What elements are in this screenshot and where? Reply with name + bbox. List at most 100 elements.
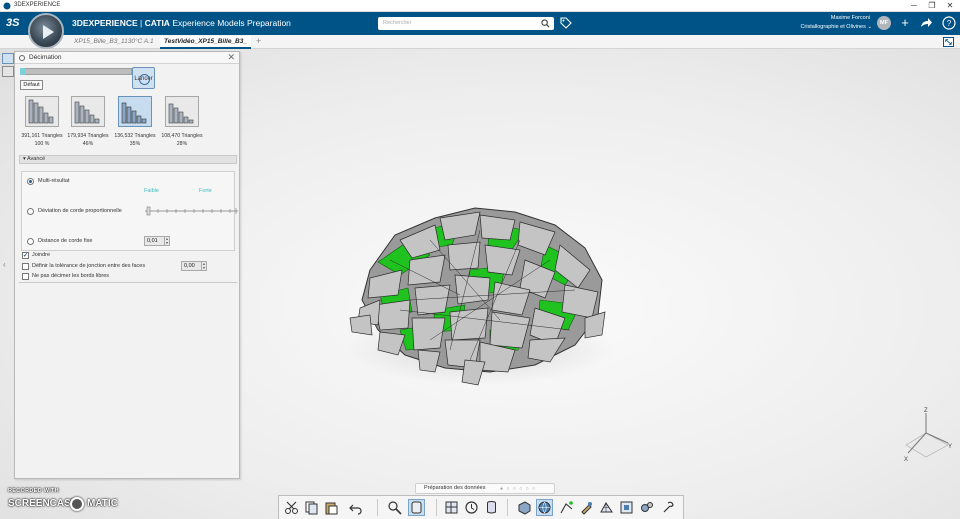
ds-logo[interactable]: 3S: [6, 17, 19, 29]
mesh-model[interactable]: [340, 200, 620, 395]
layers-button[interactable]: [2, 66, 14, 77]
panel-header: Décimation ✕: [15, 52, 239, 64]
axis-y-label: Y: [948, 444, 952, 450]
close-window-button[interactable]: ✕: [941, 0, 959, 12]
result-triangles: 179,934 Triangles: [67, 133, 109, 139]
globe-icon[interactable]: [536, 499, 553, 516]
toolbar-divider: [507, 499, 508, 516]
watermark-brand-left: SCREENCAST: [8, 498, 77, 509]
axis-triad[interactable]: Z X Y: [898, 405, 954, 465]
result-triangles: 108,470 Triangles: [161, 133, 203, 139]
minimize-button[interactable]: ─: [905, 0, 923, 12]
tab-xp15-bille[interactable]: XP15_Bille_B3_1130°C A.1: [70, 36, 158, 49]
chord-distance-value: 0,01: [147, 238, 158, 244]
watermark-brand-right: MATIC: [87, 498, 118, 509]
watermark-recorded: RECORDED WITH: [8, 488, 59, 494]
window-titlebar: 3DEXPERIENCE ─ ❐ ✕: [0, 0, 960, 12]
paste-icon[interactable]: [324, 500, 339, 515]
zoom-icon[interactable]: [387, 500, 402, 515]
deviation-slider[interactable]: [145, 206, 238, 216]
tolerance-field[interactable]: 0,00 ▲ ▼: [181, 261, 207, 271]
result-thumbnail-1[interactable]: [25, 96, 59, 127]
tag-icon[interactable]: [560, 17, 572, 29]
panel-close-button[interactable]: ✕: [227, 52, 235, 63]
user-name[interactable]: Maxime Forconi: [800, 15, 870, 21]
advanced-options: Multi-résultat Faible Forte Déviation de…: [21, 171, 238, 251]
chord-deviation-radio[interactable]: [27, 208, 34, 215]
free-edges-checkbox[interactable]: [22, 273, 29, 280]
compass-widget[interactable]: [28, 13, 64, 49]
fullscreen-icon[interactable]: [943, 37, 954, 47]
user-collab-space[interactable]: Cristallographie et Olivines ⌄: [780, 24, 872, 30]
search-input[interactable]: Rechercher: [378, 17, 554, 30]
brush-icon[interactable]: [579, 500, 594, 515]
action-bar: [278, 495, 684, 519]
multi-result-radio[interactable]: [27, 178, 34, 185]
grid-view-icon[interactable]: [444, 500, 459, 515]
chord-distance-label: Distance de corde fixe: [38, 238, 93, 244]
free-edges-label: Ne pas décimer les bords libres: [32, 273, 110, 279]
tolerance-checkbox[interactable]: [22, 263, 29, 270]
decimation-slider[interactable]: [20, 68, 132, 75]
result-caption-1: 391,161 Triangles 100 %: [17, 132, 67, 148]
chord-distance-field[interactable]: 0,01 ▲ ▼: [144, 236, 170, 246]
search-placeholder: Rechercher: [383, 20, 412, 26]
result-percent: 46%: [82, 141, 94, 147]
fill-holes-icon[interactable]: [619, 500, 634, 515]
add-tab-button[interactable]: +: [256, 36, 261, 46]
result-triangles: 391,161 Triangles: [21, 133, 63, 139]
chord-distance-radio[interactable]: [27, 238, 34, 245]
copy-icon[interactable]: [304, 500, 319, 515]
join-checkbox[interactable]: ✓: [22, 252, 29, 259]
rotate-view-icon[interactable]: [464, 500, 479, 515]
advanced-section-header[interactable]: ▾ Avancé: [19, 155, 237, 164]
container-icon[interactable]: [408, 499, 425, 516]
result-percent: 35%: [129, 141, 141, 147]
brand-platform: 3DEXPERIENCE: [72, 18, 138, 28]
result-caption-4: 108,470 Triangles 28%: [157, 132, 207, 148]
undo-icon[interactable]: [349, 500, 364, 515]
cut-icon[interactable]: [284, 500, 299, 515]
tab-testvideo[interactable]: TestVidéo_XP15_Bille_B3_: [160, 36, 251, 49]
deviation-slider-thumb[interactable]: [146, 206, 151, 216]
result-thumbnail-3[interactable]: [118, 96, 152, 127]
window-title: 3DEXPERIENCE: [14, 2, 61, 8]
maximize-button[interactable]: ❐: [923, 0, 941, 12]
slider-thumb[interactable]: [20, 68, 25, 75]
join-label: Joindre: [32, 252, 51, 258]
stage-pager[interactable]: ● ○ ○ ○ ○ ○: [500, 486, 536, 492]
app-brand: 3DEXPERIENCE | CATIA Experience Models P…: [72, 18, 291, 28]
avatar[interactable]: MF: [877, 16, 891, 30]
tools-icon[interactable]: [661, 500, 676, 515]
part-icon[interactable]: [517, 500, 532, 515]
tabs-row: XP15_Bille_B3_1130°C A.1 TestVidéo_XP15_…: [0, 35, 960, 49]
collapse-panel-icon[interactable]: ‹: [3, 260, 6, 269]
search-icon[interactable]: [541, 19, 550, 28]
cylinder-icon[interactable]: [484, 500, 499, 515]
toolbar-divider: [377, 499, 378, 516]
defaut-button[interactable]: Défaut: [20, 80, 43, 90]
spinner-icon[interactable]: ▲ ▼: [164, 237, 169, 245]
decimate-icon[interactable]: [559, 500, 574, 515]
toolbar-divider: [436, 499, 437, 516]
add-icon[interactable]: +: [898, 16, 912, 30]
help-icon[interactable]: ?: [942, 16, 956, 30]
tolerance-value: 0,00: [184, 263, 195, 269]
mesh-edit-icon[interactable]: [599, 500, 614, 515]
svg-text:?: ?: [947, 19, 952, 28]
lancer-button[interactable]: Lancer: [132, 67, 155, 89]
settings-icon[interactable]: [639, 500, 654, 515]
histogram-icon: [121, 102, 147, 124]
left-tool-strip: [0, 51, 15, 91]
tree-toggle-button[interactable]: [2, 53, 14, 64]
high-label: Forte: [199, 188, 212, 194]
result-triangles: 136,532 Triangles: [114, 133, 156, 139]
share-icon[interactable]: [919, 16, 933, 30]
result-percent: 28%: [176, 141, 188, 147]
result-thumbnail-4[interactable]: [165, 96, 199, 127]
result-thumbnail-2[interactable]: [71, 96, 105, 127]
result-percent: 100 %: [34, 141, 50, 147]
spinner-icon[interactable]: ▲ ▼: [201, 262, 206, 270]
low-label: Faible: [144, 188, 159, 194]
histogram-icon: [28, 99, 54, 124]
